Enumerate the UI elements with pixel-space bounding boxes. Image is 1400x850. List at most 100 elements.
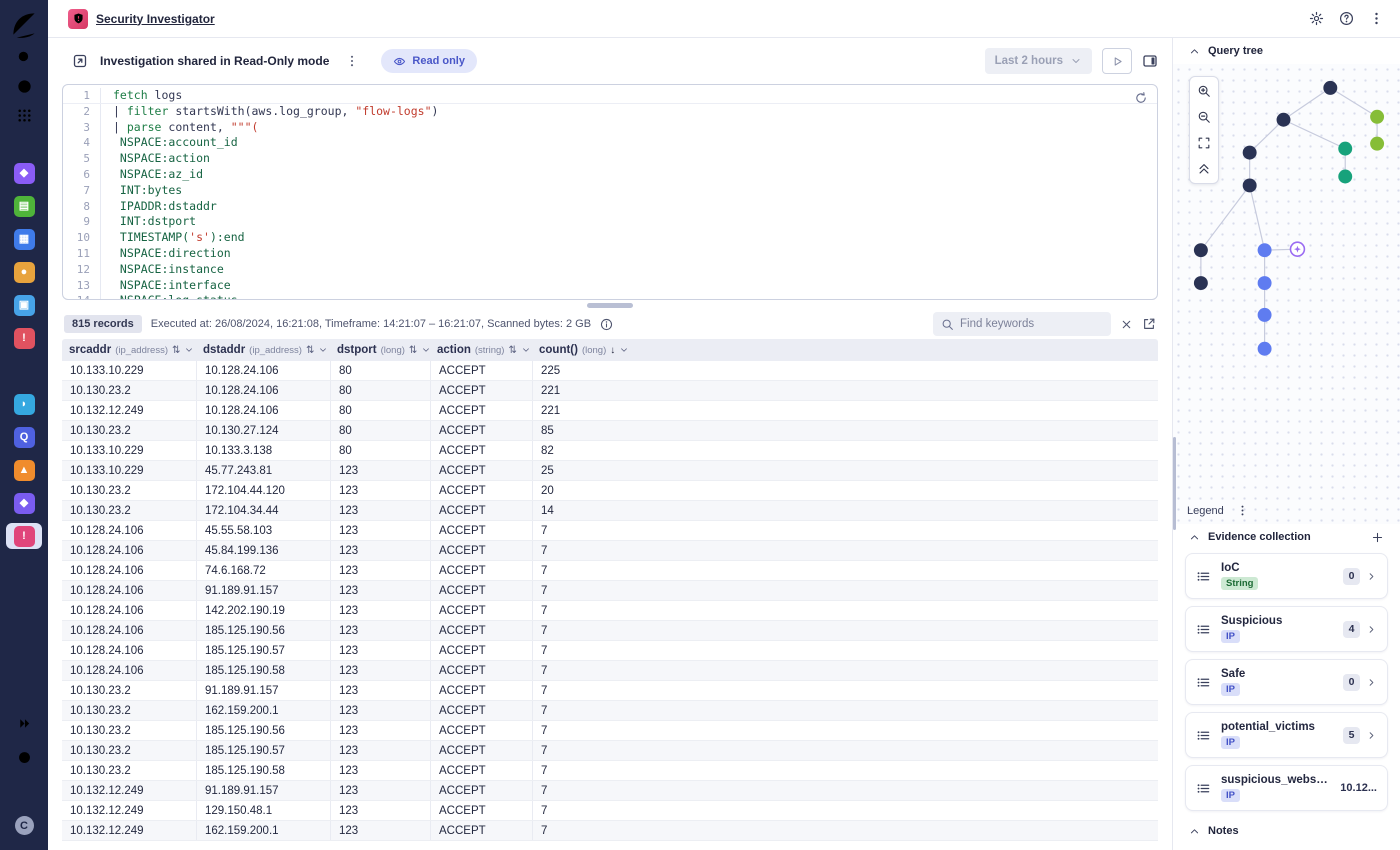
table-cell[interactable]: 80 xyxy=(330,401,430,420)
table-cell[interactable]: 123 xyxy=(330,581,430,600)
zoom-in-icon[interactable] xyxy=(1192,79,1216,103)
tree-node-navy[interactable] xyxy=(1194,276,1208,290)
column-header-count[interactable]: count()(long)↓ xyxy=(532,339,1158,361)
table-cell[interactable]: ACCEPT xyxy=(430,381,532,400)
expand-sidebar-icon[interactable] xyxy=(7,709,41,738)
chevron-right-icon[interactable] xyxy=(1366,624,1377,635)
help-icon[interactable] xyxy=(1339,11,1354,26)
app-icon-hosts[interactable]: ▣ xyxy=(6,292,42,318)
editor-resize-handle[interactable] xyxy=(587,303,633,308)
table-cell[interactable]: ACCEPT xyxy=(430,741,532,760)
table-cell[interactable]: ACCEPT xyxy=(430,581,532,600)
table-cell[interactable]: 123 xyxy=(330,761,430,780)
table-cell[interactable]: 172.104.44.120 xyxy=(196,481,330,500)
table-cell[interactable]: 80 xyxy=(330,421,430,440)
table-cell[interactable]: 7 xyxy=(532,721,1158,740)
app-icon-clouds[interactable]: ▦ xyxy=(6,226,42,252)
clear-search-icon[interactable] xyxy=(1120,318,1133,331)
settings-gear-icon[interactable] xyxy=(1309,11,1324,26)
collapse-all-icon[interactable] xyxy=(1192,157,1216,181)
table-cell[interactable]: 7 xyxy=(532,541,1158,560)
apps-grid-icon[interactable] xyxy=(7,101,41,130)
timeframe-selector[interactable]: Last 2 hours xyxy=(985,48,1092,74)
chevron-right-icon[interactable] xyxy=(1366,677,1377,688)
table-cell[interactable]: 45.77.243.81 xyxy=(196,461,330,480)
search-icon[interactable] xyxy=(7,43,41,72)
table-cell[interactable]: ACCEPT xyxy=(430,461,532,480)
table-cell[interactable]: 45.55.58.103 xyxy=(196,521,330,540)
evidence-card[interactable]: SuspiciousIP4 xyxy=(1185,606,1388,652)
table-cell[interactable]: 185.125.190.58 xyxy=(196,761,330,780)
table-cell[interactable]: ACCEPT xyxy=(430,821,532,840)
table-cell[interactable]: 91.189.91.157 xyxy=(196,581,330,600)
table-cell[interactable]: ACCEPT xyxy=(430,361,532,380)
evidence-card[interactable]: SafeIP0 xyxy=(1185,659,1388,705)
tree-node-green[interactable] xyxy=(1370,137,1384,151)
table-cell[interactable]: 7 xyxy=(532,641,1158,660)
table-cell[interactable]: 123 xyxy=(330,801,430,820)
table-cell[interactable]: 7 xyxy=(532,621,1158,640)
table-cell[interactable]: 10.133.10.229 xyxy=(62,361,196,380)
table-cell[interactable]: 7 xyxy=(532,781,1158,800)
table-cell[interactable]: 10.133.10.229 xyxy=(62,441,196,460)
table-cell[interactable]: 10.128.24.106 xyxy=(62,561,196,580)
table-cell[interactable]: ACCEPT xyxy=(430,561,532,580)
table-cell[interactable]: 221 xyxy=(532,381,1158,400)
query-tree-section-header[interactable]: Query tree xyxy=(1173,38,1400,64)
table-cell[interactable]: 82 xyxy=(532,441,1158,460)
table-cell[interactable]: 123 xyxy=(330,501,430,520)
table-cell[interactable]: 7 xyxy=(532,681,1158,700)
table-cell[interactable]: 7 xyxy=(532,601,1158,620)
table-cell[interactable]: 10.128.24.106 xyxy=(62,641,196,660)
table-cell[interactable]: 20 xyxy=(532,481,1158,500)
table-cell[interactable]: 10.130.23.2 xyxy=(62,501,196,520)
table-cell[interactable]: 123 xyxy=(330,521,430,540)
app-icon-security-investigator[interactable]: ! xyxy=(6,523,42,549)
table-cell[interactable]: ACCEPT xyxy=(430,721,532,740)
table-cell[interactable]: 172.104.34.44 xyxy=(196,501,330,520)
table-cell[interactable]: 123 xyxy=(330,701,430,720)
table-cell[interactable]: 10.130.23.2 xyxy=(62,721,196,740)
table-cell[interactable]: 7 xyxy=(532,741,1158,760)
table-cell[interactable]: 10.133.3.138 xyxy=(196,441,330,460)
table-cell[interactable]: 123 xyxy=(330,781,430,800)
table-cell[interactable]: ACCEPT xyxy=(430,661,532,680)
table-cell[interactable]: 129.150.48.1 xyxy=(196,801,330,820)
hub-icon[interactable] xyxy=(7,72,41,101)
table-cell[interactable]: 10.128.24.106 xyxy=(62,521,196,540)
table-cell[interactable]: ACCEPT xyxy=(430,441,532,460)
more-kebab-icon[interactable] xyxy=(1369,11,1384,26)
table-cell[interactable]: ACCEPT xyxy=(430,601,532,620)
sort-icon[interactable]: ⇅ xyxy=(409,345,417,356)
table-cell[interactable]: 80 xyxy=(330,381,430,400)
table-cell[interactable]: ACCEPT xyxy=(430,681,532,700)
tree-node-blue[interactable] xyxy=(1258,276,1272,290)
table-cell[interactable]: 10.130.23.2 xyxy=(62,481,196,500)
table-cell[interactable]: ACCEPT xyxy=(430,421,532,440)
table-cell[interactable]: 7 xyxy=(532,661,1158,680)
table-cell[interactable]: 91.189.91.157 xyxy=(196,681,330,700)
column-header-srcaddr[interactable]: srcaddr(ip_address)⇅ xyxy=(62,339,196,361)
tree-node-blue[interactable] xyxy=(1258,342,1272,356)
table-cell[interactable]: 80 xyxy=(330,361,430,380)
table-cell[interactable]: 123 xyxy=(330,661,430,680)
table-cell[interactable]: 80 xyxy=(330,441,430,460)
table-cell[interactable]: 123 xyxy=(330,621,430,640)
tree-node-navy[interactable] xyxy=(1194,243,1208,257)
usage-chart-icon[interactable] xyxy=(7,777,41,806)
table-cell[interactable]: 7 xyxy=(532,561,1158,580)
tree-node-blue[interactable] xyxy=(1258,308,1272,322)
app-icon-services[interactable]: ● xyxy=(6,259,42,285)
add-evidence-icon[interactable] xyxy=(1371,531,1384,544)
dynatrace-logo[interactable] xyxy=(7,9,41,38)
table-cell[interactable]: 185.125.190.56 xyxy=(196,721,330,740)
table-cell[interactable]: 10.133.10.229 xyxy=(62,461,196,480)
table-cell[interactable]: 123 xyxy=(330,641,430,660)
table-cell[interactable]: 162.159.200.1 xyxy=(196,701,330,720)
app-icon-dashboards[interactable]: ◆ xyxy=(6,490,42,516)
table-cell[interactable]: 7 xyxy=(532,761,1158,780)
tree-node-annotated[interactable] xyxy=(1290,242,1304,256)
table-cell[interactable]: 14 xyxy=(532,501,1158,520)
zoom-out-icon[interactable] xyxy=(1192,105,1216,129)
run-query-button[interactable] xyxy=(1102,48,1132,74)
